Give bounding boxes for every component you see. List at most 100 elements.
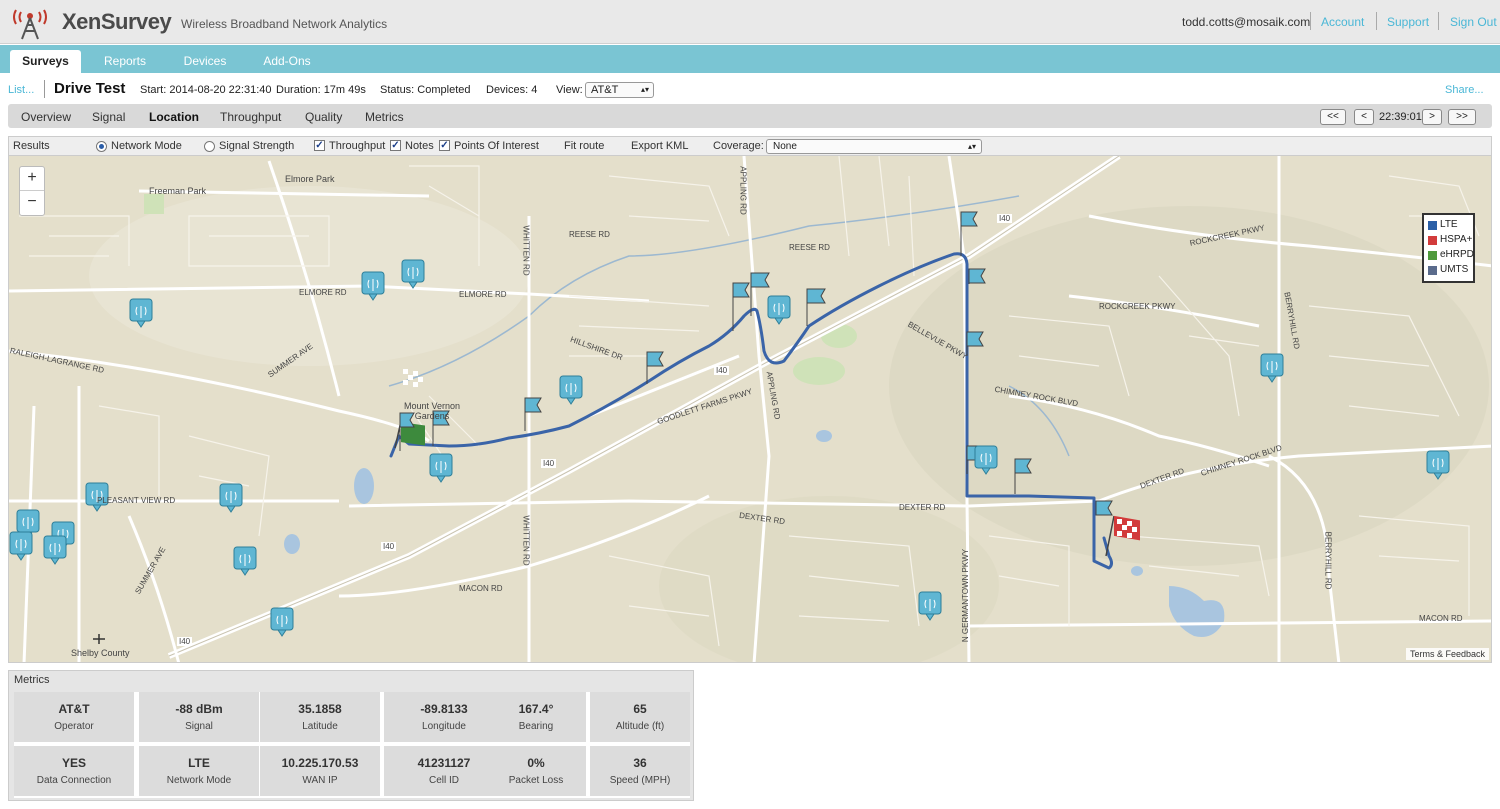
subtab-location[interactable]: Location [149, 110, 199, 124]
brand-name: XenSurvey [62, 9, 172, 34]
zoom-out-button[interactable]: − [20, 191, 44, 215]
metric-value: 65 [633, 702, 647, 716]
metric-value: YES [61, 756, 86, 770]
first-button[interactable]: << [1320, 109, 1346, 125]
throughput-label[interactable]: Throughput [329, 140, 385, 152]
terms-feedback-link[interactable]: Terms & Feedback [1405, 648, 1489, 660]
metric-cell: AT&T Operator [14, 692, 134, 742]
survey-devices: Devices: 4 [486, 84, 538, 96]
notes-checkbox[interactable]: ✓ [390, 140, 401, 151]
map-label: BERRYHILL RD [1323, 531, 1333, 590]
metric-label: Operator [54, 721, 94, 732]
metric-cell: 10.225.170.53 WAN IP [260, 746, 380, 796]
share-link[interactable]: Share... [1445, 84, 1484, 96]
metric-label: Network Mode [166, 775, 232, 786]
signal-strength-label[interactable]: Signal Strength [219, 140, 294, 152]
metric-label: WAN IP [302, 775, 338, 786]
map-label: I40 [541, 459, 557, 468]
map-label: ELMORE RD [299, 288, 347, 297]
select-arrows-icon: ▴▾ [967, 142, 976, 151]
network-mode-label[interactable]: Network Mode [111, 140, 182, 152]
subtab-throughput[interactable]: Throughput [220, 110, 281, 124]
legend-swatch [1428, 236, 1437, 245]
map-label: I40 [997, 214, 1013, 223]
account-link[interactable]: Account [1321, 15, 1364, 29]
map-label: I40 [381, 542, 397, 551]
coverage-label: Coverage: [713, 140, 764, 152]
tower-logo-icon [13, 9, 47, 40]
map-options-bar: Results Network Mode Signal Strength ✓ T… [8, 136, 1492, 155]
survey-title: Drive Test [54, 80, 126, 97]
legend-swatch [1428, 266, 1437, 275]
subtab-signal[interactable]: Signal [92, 110, 125, 124]
metric-label: Data Connection [36, 775, 112, 786]
header-separator [1376, 12, 1377, 30]
map-label: APPLING RD [738, 166, 748, 215]
coverage-select-value: None [773, 141, 797, 152]
metric-value: -88 dBm [175, 702, 223, 716]
subtab-metrics[interactable]: Metrics [365, 110, 404, 124]
tab-surveys[interactable]: Surveys [10, 50, 81, 73]
subtab-overview[interactable]: Overview [21, 110, 71, 124]
main-nav: Surveys Reports Devices Add-Ons [0, 45, 1500, 73]
select-arrows-icon: ▴▾ [640, 85, 649, 94]
metric-label: Signal [185, 721, 213, 732]
map-label: WHITTEN RD [521, 225, 531, 276]
map-canvas[interactable] [9, 156, 1492, 663]
survey-subtabs: Overview Signal Location Throughput Qual… [8, 104, 1492, 128]
legend-item: LTE [1428, 218, 1473, 233]
map-label: WHITTEN RD [521, 515, 531, 566]
network-mode-radio[interactable] [96, 141, 107, 152]
metrics-title: Metrics [14, 674, 50, 686]
tab-add-ons[interactable]: Add-Ons [252, 50, 322, 73]
tab-reports[interactable]: Reports [90, 50, 160, 73]
map-label: I40 [714, 366, 730, 375]
metric-value: 36 [633, 756, 647, 770]
signal-strength-radio[interactable] [204, 141, 215, 152]
map-label: ELMORE RD [459, 290, 507, 299]
notes-label[interactable]: Notes [405, 140, 434, 152]
list-link[interactable]: List... [8, 84, 34, 96]
metric-value: LTE [188, 756, 210, 770]
map-label: N GERMANTOWN PKWY [961, 548, 971, 643]
throughput-checkbox[interactable]: ✓ [314, 140, 325, 151]
app-header: XenSurvey Wireless Broadband Network Ana… [0, 0, 1500, 44]
support-link[interactable]: Support [1387, 15, 1429, 29]
metric-cell: -88 dBm Signal [139, 692, 259, 742]
metric-cell: 65 Altitude (ft) [590, 692, 690, 742]
metrics-panel: Metrics AT&T Operator -88 dBm Signal 35.18… [8, 670, 694, 801]
survey-duration: Duration: 17m 49s [276, 84, 366, 96]
next-button[interactable]: > [1422, 109, 1442, 125]
results-label: Results [13, 140, 50, 152]
survey-map[interactable]: Freeman Park Elmore Park ELMORE RD ELMOR… [8, 155, 1492, 663]
metric-label: Packet Loss [508, 775, 564, 786]
view-select[interactable]: AT&T ▴▾ [585, 82, 654, 98]
zoom-in-button[interactable]: + [20, 167, 44, 191]
survey-info-bar: List... Drive Test Start: 2014-08-20 22:… [0, 74, 1500, 104]
export-kml-link[interactable]: Export KML [631, 140, 688, 152]
metric-label: Altitude (ft) [615, 721, 665, 732]
playback-time: 22:39:01 [1379, 111, 1422, 123]
tab-devices[interactable]: Devices [170, 50, 240, 73]
prev-button[interactable]: < [1354, 109, 1374, 125]
legend-item: HSPA+ [1428, 233, 1473, 248]
poi-checkbox[interactable]: ✓ [439, 140, 450, 151]
map-label: Elmore Park [285, 174, 335, 184]
fit-route-link[interactable]: Fit route [564, 140, 604, 152]
metric-value: 0% [527, 756, 545, 770]
metric-value: AT&T [58, 702, 90, 716]
poi-label[interactable]: Points Of Interest [454, 140, 539, 152]
sign-out-link[interactable]: Sign Out [1450, 15, 1497, 29]
last-button[interactable]: >> [1448, 109, 1476, 125]
metric-value: 35.1858 [298, 702, 342, 716]
header-separator [1438, 12, 1439, 30]
view-select-value: AT&T [591, 84, 619, 96]
legend-swatch [1428, 251, 1437, 260]
metric-label: Speed (MPH) [609, 775, 671, 786]
map-label: I40 [177, 637, 193, 646]
map-label: Freeman Park [149, 186, 207, 196]
map-label: ROCKCREEK PKWY [1099, 302, 1176, 311]
map-label: MACON RD [1419, 614, 1463, 623]
subtab-quality[interactable]: Quality [305, 110, 342, 124]
coverage-select[interactable]: None ▴▾ [766, 139, 982, 154]
